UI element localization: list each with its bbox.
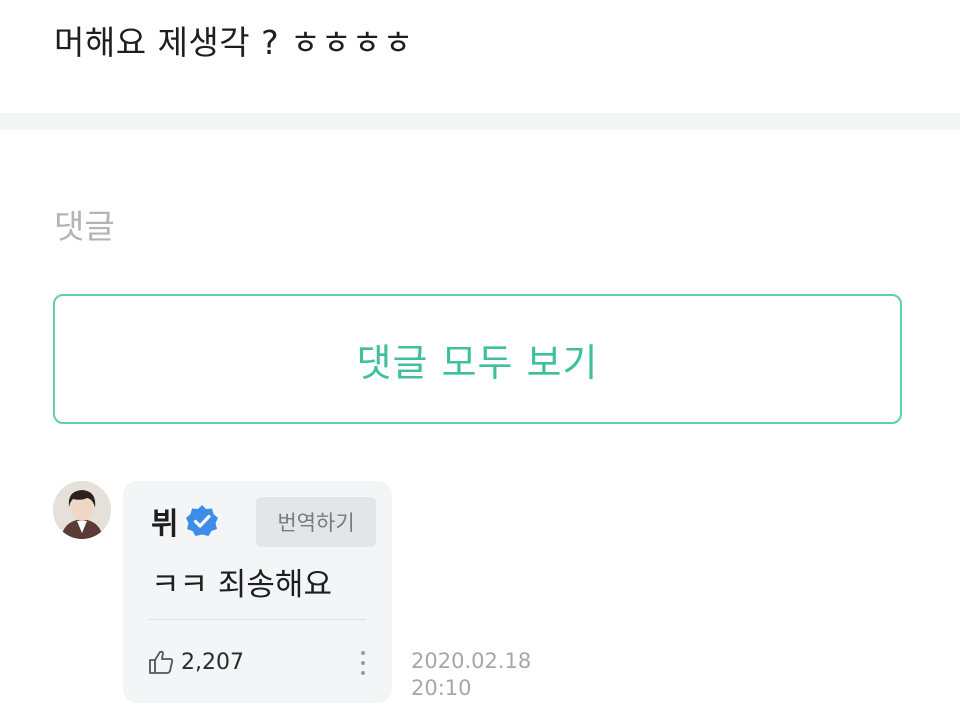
comment-author[interactable]: 뷔: [151, 499, 179, 543]
comment-timestamp: 2020.02.18 20:10: [411, 648, 531, 702]
comments-title: 댓글: [54, 207, 115, 246]
translate-button[interactable]: 번역하기: [256, 497, 376, 547]
comment-time: 20:10: [411, 676, 472, 700]
post-text: 머해요 제생각 ? ㅎㅎㅎㅎ: [54, 23, 414, 62]
comment-date: 2020.02.18: [411, 649, 532, 673]
thumbs-up-icon: [149, 650, 174, 674]
comment-text: ㅋㅋ 죄송해요: [151, 567, 332, 603]
like-count: 2,207: [181, 649, 244, 675]
comment-card: 뷔 번역하기 ㅋㅋ 죄송해요 2,207: [123, 481, 392, 703]
avatar[interactable]: [53, 481, 111, 539]
section-divider: [0, 113, 960, 130]
verified-badge-icon: [186, 505, 218, 536]
comment-divider: [149, 619, 366, 620]
more-options-icon[interactable]: [359, 651, 367, 675]
view-all-comments-button[interactable]: 댓글 모두 보기: [53, 294, 902, 424]
like-button[interactable]: 2,207: [147, 648, 244, 676]
avatar-image: [53, 481, 111, 539]
